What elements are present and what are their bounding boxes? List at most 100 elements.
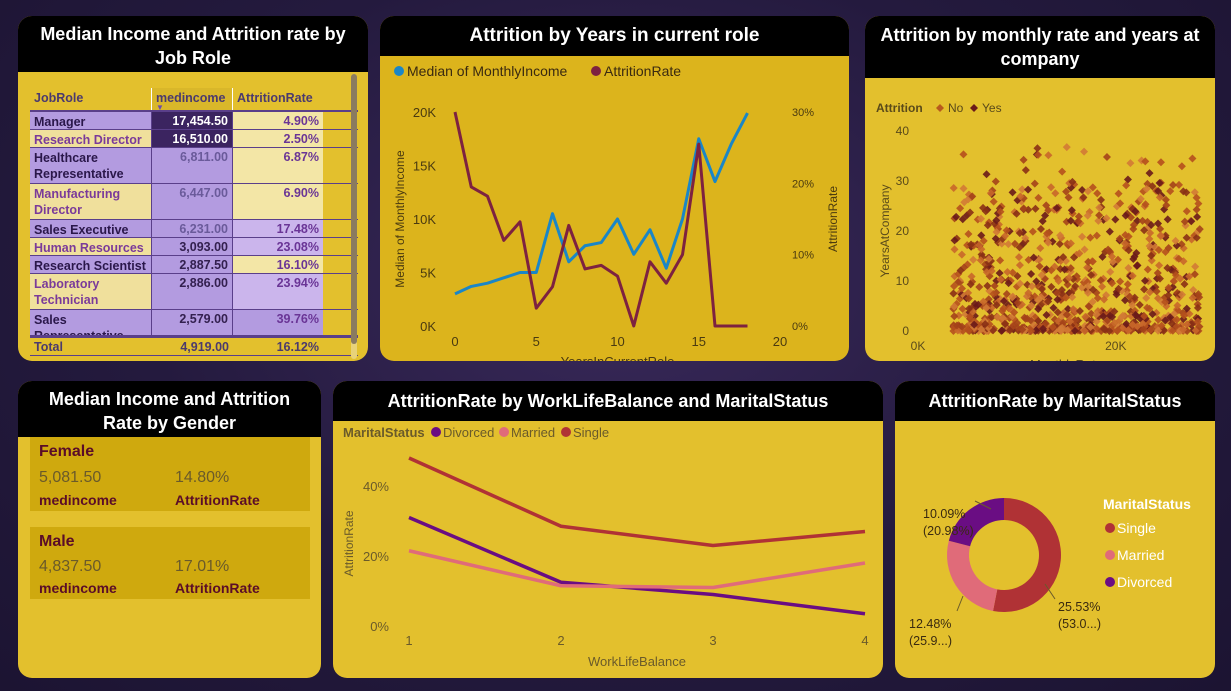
table-header: JobRole medincome ▼ AttritionRate: [30, 88, 358, 112]
x-tick-label: 0: [451, 334, 458, 349]
legend-label-yes: Yes: [982, 101, 1002, 115]
table-body: Manager 17,454.50 4.90% Research Director 16…: [30, 112, 358, 336]
x-axis-label: WorkLifeBalance: [588, 654, 686, 669]
scatter-point: [1078, 185, 1087, 194]
scatter-point: [1024, 185, 1033, 194]
scatter-point: [1019, 155, 1028, 164]
table-row[interactable]: Sales Representative2,579.0039.76%: [30, 310, 358, 336]
scatter-point: [1155, 261, 1164, 270]
x-axis-label: MonthlyRate: [1030, 357, 1103, 361]
scatter-point: [991, 177, 1000, 186]
y2-tick-label: 0%: [792, 321, 808, 333]
table-row[interactable]: Laboratory Technician 2,886.00 23.94%: [30, 274, 358, 310]
gender-card: Median Income and Attrition Rate by Gend…: [18, 381, 321, 678]
scatter-point: [1097, 195, 1106, 204]
table-row[interactable]: Research Scientist 2,887.50 16.10%: [30, 256, 358, 274]
scatter-point: [1051, 189, 1060, 198]
scatter-point: [1155, 179, 1164, 188]
x-tick-label: 10: [610, 334, 624, 349]
total-label: Total: [34, 340, 63, 354]
slice-value-label: 12.48%: [909, 617, 951, 631]
legend-dot-married: [499, 427, 509, 437]
x-tick-label: 3: [709, 633, 716, 648]
cell-attritionrate: 2.50%: [233, 130, 323, 147]
slice-share-label: (25.9...): [909, 634, 952, 648]
scatter-point: [982, 170, 991, 179]
scatter-point: [1027, 269, 1036, 278]
legend-dot-income: [394, 66, 404, 76]
donut-slice-married: [947, 540, 998, 611]
legend-dot-single: [1105, 523, 1115, 533]
cell-medincome: 6,447.00: [151, 184, 233, 219]
female-rate-label: AttritionRate: [175, 492, 260, 508]
table-row[interactable]: Healthcare Representative 6,811.00 6.87%: [30, 148, 358, 184]
table-total-row: Total 4,919.00 16.12%: [30, 336, 358, 356]
table-scrollbar-thumb[interactable]: [351, 74, 357, 344]
job-role-table-card: Median Income and Attrition rate by Job …: [18, 16, 368, 361]
header-attritionrate[interactable]: AttritionRate: [233, 88, 323, 110]
slice-value-label: 25.53%: [1058, 600, 1100, 614]
donut-slice-divorced: [948, 498, 1004, 547]
scatter-point: [1177, 162, 1186, 171]
y-tick-label: 10: [896, 274, 910, 288]
table-scrollbar[interactable]: [351, 74, 357, 359]
scatter-point: [1123, 175, 1132, 184]
table-row[interactable]: Research Director 16,510.00 2.50%: [30, 130, 358, 148]
legend-title: MaritalStatus: [1103, 496, 1191, 512]
header-jobrole[interactable]: JobRole: [30, 88, 151, 110]
header-medincome[interactable]: medincome ▼: [151, 88, 233, 110]
scatter-point: [1008, 188, 1017, 197]
series-line-married: [408, 549, 866, 590]
scatter-title: Attrition by monthly rate and years at c…: [865, 16, 1215, 78]
gender-name-male: Male: [39, 533, 75, 550]
table-row[interactable]: Manager 17,454.50 4.90%: [30, 112, 358, 130]
cell-attritionrate: 17.48%: [233, 220, 323, 237]
cell-medincome: 2,886.00: [151, 274, 233, 309]
worklife-title: AttritionRate by WorkLifeBalance and Mar…: [333, 381, 883, 421]
scatter-point: [1093, 189, 1102, 198]
scatter-point: [1194, 199, 1203, 208]
scatter-point: [1062, 143, 1071, 152]
x-tick-label: 1: [405, 633, 412, 648]
sort-desc-icon[interactable]: ▼: [156, 103, 164, 110]
x-tick-label: 5: [533, 334, 540, 349]
male-income-value: 4,837.50: [39, 558, 102, 575]
scatter-point: [1192, 205, 1201, 214]
scatter-point: [995, 269, 1004, 278]
y-tick-label: 0%: [370, 619, 389, 634]
table-row[interactable]: Manufacturing Director 6,447.00 6.90%: [30, 184, 358, 220]
gender-group-male: Male 4,837.50 17.01% medincome Attrition…: [30, 527, 310, 599]
y-tick-label: 0: [902, 324, 909, 338]
y2-tick-label: 30%: [792, 107, 814, 119]
scatter-point: [1124, 264, 1133, 273]
scatter-point: [964, 230, 973, 239]
scatter-point: [996, 256, 1005, 265]
total-income: 4,919.00: [180, 340, 229, 354]
table-row[interactable]: Sales Executive 6,231.00 17.48%: [30, 220, 358, 238]
y-tick-label: 10K: [413, 212, 436, 227]
cell-jobrole: Healthcare Representative: [30, 148, 151, 183]
scatter-point: [1188, 154, 1197, 163]
cell-medincome: 6,811.00: [151, 148, 233, 183]
legend-dot-attrition: [591, 66, 601, 76]
scatter-point: [1080, 147, 1089, 156]
gender-name-female: Female: [39, 443, 95, 460]
table-row[interactable]: Human Resources 3,093.00 23.08%: [30, 238, 358, 256]
legend-label-divorced: Divorced: [1117, 574, 1172, 590]
scatter-point: [1028, 227, 1037, 236]
scatter-point: [1036, 225, 1045, 234]
cell-attritionrate: 39.76%: [233, 310, 323, 335]
female-rate-value: 14.80%: [175, 469, 230, 486]
scatter-point: [950, 245, 959, 254]
scatter-point: [957, 250, 966, 259]
scatter-point: [959, 184, 968, 193]
job-role-table: JobRole medincome ▼ AttritionRate Manager…: [30, 88, 358, 356]
scatter-point: [989, 197, 998, 206]
monthly-rate-scatter-card: Attrition by monthly rate and years at c…: [865, 16, 1215, 361]
scatter-point: [1191, 262, 1200, 271]
x-tick-label: 4: [861, 633, 868, 648]
scatter-point: [1044, 151, 1053, 160]
scatter-point: [1126, 159, 1135, 168]
scatter-point: [1036, 244, 1045, 253]
gender-title: Median Income and Attrition Rate by Gend…: [18, 381, 321, 437]
